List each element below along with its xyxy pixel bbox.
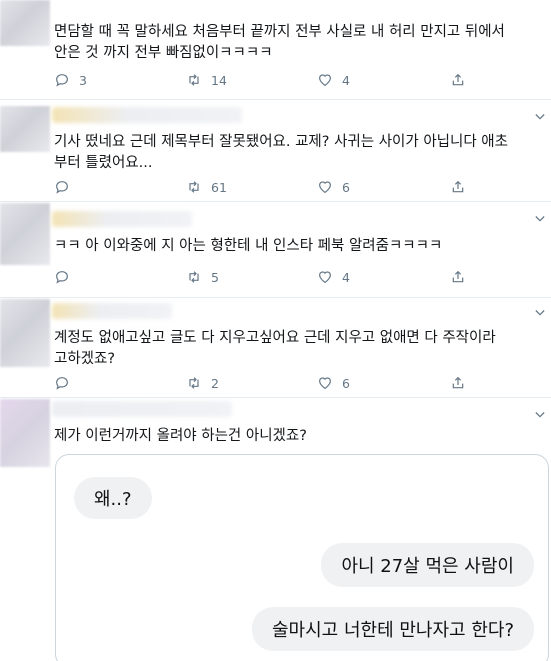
tweet-text: ㅋㅋ 아 이와중에 지 아는 형한테 내 인스타 페북 알려줌ㅋㅋㅋㅋ — [54, 236, 544, 257]
retweet-button[interactable]: 2 — [186, 373, 219, 393]
share-icon — [452, 376, 464, 389]
retweet-count: 14 — [211, 72, 227, 88]
tweet-text: 계정도 없애고싶고 글도 다 지우고싶어요 근데 지우고 없애면 다 주작이라 … — [54, 328, 544, 370]
like-icon — [319, 377, 331, 390]
blurred-user-header — [52, 107, 242, 123]
tweet-text: 면담할 때 꼭 말하세요 처음부터 끝까지 전부 사실로 내 허리 만지고 뒤에… — [54, 22, 544, 64]
chevron-down-icon[interactable] — [535, 411, 545, 419]
like-icon — [319, 271, 331, 284]
attached-image[interactable]: 왜..? 아니 27살 먹은 사람이 술마시고 너한테 만나자고 한다? — [55, 454, 549, 661]
reply-icon — [56, 271, 68, 284]
reply-icon — [56, 74, 68, 87]
retweet-button[interactable]: 5 — [186, 267, 219, 287]
retweet-icon — [189, 74, 199, 86]
chevron-down-icon[interactable] — [535, 309, 545, 317]
like-button[interactable]: 4 — [317, 267, 350, 287]
avatar[interactable] — [0, 399, 50, 467]
tweet-text: 제가 이런거까지 올려야 하는건 아니겠죠? — [54, 426, 544, 447]
like-count: 4 — [342, 269, 350, 285]
retweet-button[interactable]: 61 — [186, 177, 227, 197]
tweet-actions: 61 6 — [54, 177, 474, 197]
like-icon — [319, 181, 331, 194]
avatar[interactable] — [0, 106, 50, 152]
tweet-actions: 2 6 — [54, 373, 474, 393]
tweet-text-line: 부터 틀렸어요... — [54, 155, 153, 171]
tweet-text-line: 안은 것 까지 전부 빠짐없이ㅋㅋㅋㅋ — [54, 45, 273, 61]
tweet-text-line: 계정도 없애고싶고 글도 다 지우고싶어요 근데 지우고 없애면 다 주작이라 — [54, 330, 496, 346]
share-button[interactable] — [450, 177, 475, 197]
like-icon — [319, 74, 331, 87]
tweet-actions: 3 14 4 — [54, 70, 474, 90]
share-icon — [452, 73, 464, 86]
like-count: 4 — [342, 72, 350, 88]
tweet-1: 면담할 때 꼭 말하세요 처음부터 끝까지 전부 사실로 내 허리 만지고 뒤에… — [0, 0, 551, 100]
tweet-2: 기사 떴네요 근데 제목부터 잘못됐어요. 교제? 사귀는 사이가 아닙니다 애… — [0, 101, 551, 202]
chevron-down-icon[interactable] — [535, 113, 545, 121]
reply-button[interactable] — [54, 267, 79, 287]
like-count: 6 — [342, 179, 350, 195]
tweet-text-line: 면담할 때 꼭 말하세요 처음부터 끝까지 전부 사실로 내 허리 만지고 뒤에… — [54, 24, 505, 40]
tweet-text-line: 고하겠죠? — [54, 351, 116, 367]
blurred-user-header — [52, 211, 192, 227]
like-button[interactable]: 6 — [317, 373, 350, 393]
reply-icon — [56, 377, 68, 390]
tweet-3: ㅋㅋ 아 이와중에 지 아는 형한테 내 인스타 페북 알려줌ㅋㅋㅋㅋ 5 4 — [0, 203, 551, 298]
like-button[interactable]: 4 — [317, 70, 350, 90]
received-message: 왜..? — [74, 477, 152, 519]
reply-button[interactable] — [54, 177, 79, 197]
share-icon — [452, 180, 464, 193]
share-button[interactable] — [450, 70, 475, 90]
tweet-text-line: 기사 떴네요 근데 제목부터 잘못됐어요. 교제? 사귀는 사이가 아닙니다 애… — [54, 134, 508, 150]
retweet-count: 2 — [211, 375, 219, 391]
like-count: 6 — [342, 375, 350, 391]
reply-count: 3 — [79, 72, 87, 88]
sent-message: 술마시고 너한테 만나자고 한다? — [252, 607, 534, 651]
blurred-user-header — [52, 303, 172, 319]
like-button[interactable]: 6 — [317, 177, 350, 197]
blurred-user-header — [52, 401, 232, 417]
share-button[interactable] — [450, 373, 475, 393]
tweet-text-line: ㅋㅋ 아 이와중에 지 아는 형한테 내 인스타 페북 알려줌ㅋㅋㅋㅋ — [54, 238, 443, 254]
reply-icon — [56, 181, 68, 194]
sent-message: 아니 27살 먹은 사람이 — [321, 543, 534, 587]
retweet-button[interactable]: 14 — [186, 70, 227, 90]
avatar[interactable] — [0, 299, 50, 367]
retweet-count: 61 — [211, 179, 227, 195]
reply-button[interactable] — [54, 373, 79, 393]
avatar[interactable] — [0, 0, 50, 46]
tweet-4: 계정도 없애고싶고 글도 다 지우고싶어요 근데 지우고 없애면 다 주작이라 … — [0, 299, 551, 398]
retweet-icon — [189, 271, 199, 283]
avatar[interactable] — [0, 203, 50, 265]
reply-button[interactable]: 3 — [54, 70, 87, 90]
tweet-actions: 5 4 — [54, 267, 474, 287]
retweet-icon — [189, 181, 199, 193]
tweet-text: 기사 떴네요 근데 제목부터 잘못됐어요. 교제? 사귀는 사이가 아닙니다 애… — [54, 132, 544, 174]
share-icon — [452, 270, 464, 283]
retweet-count: 5 — [211, 269, 219, 285]
tweet-text-line: 제가 이런거까지 올려야 하는건 아니겠죠? — [54, 428, 307, 444]
share-button[interactable] — [450, 267, 475, 287]
retweet-icon — [189, 377, 199, 389]
chevron-down-icon[interactable] — [535, 215, 545, 223]
